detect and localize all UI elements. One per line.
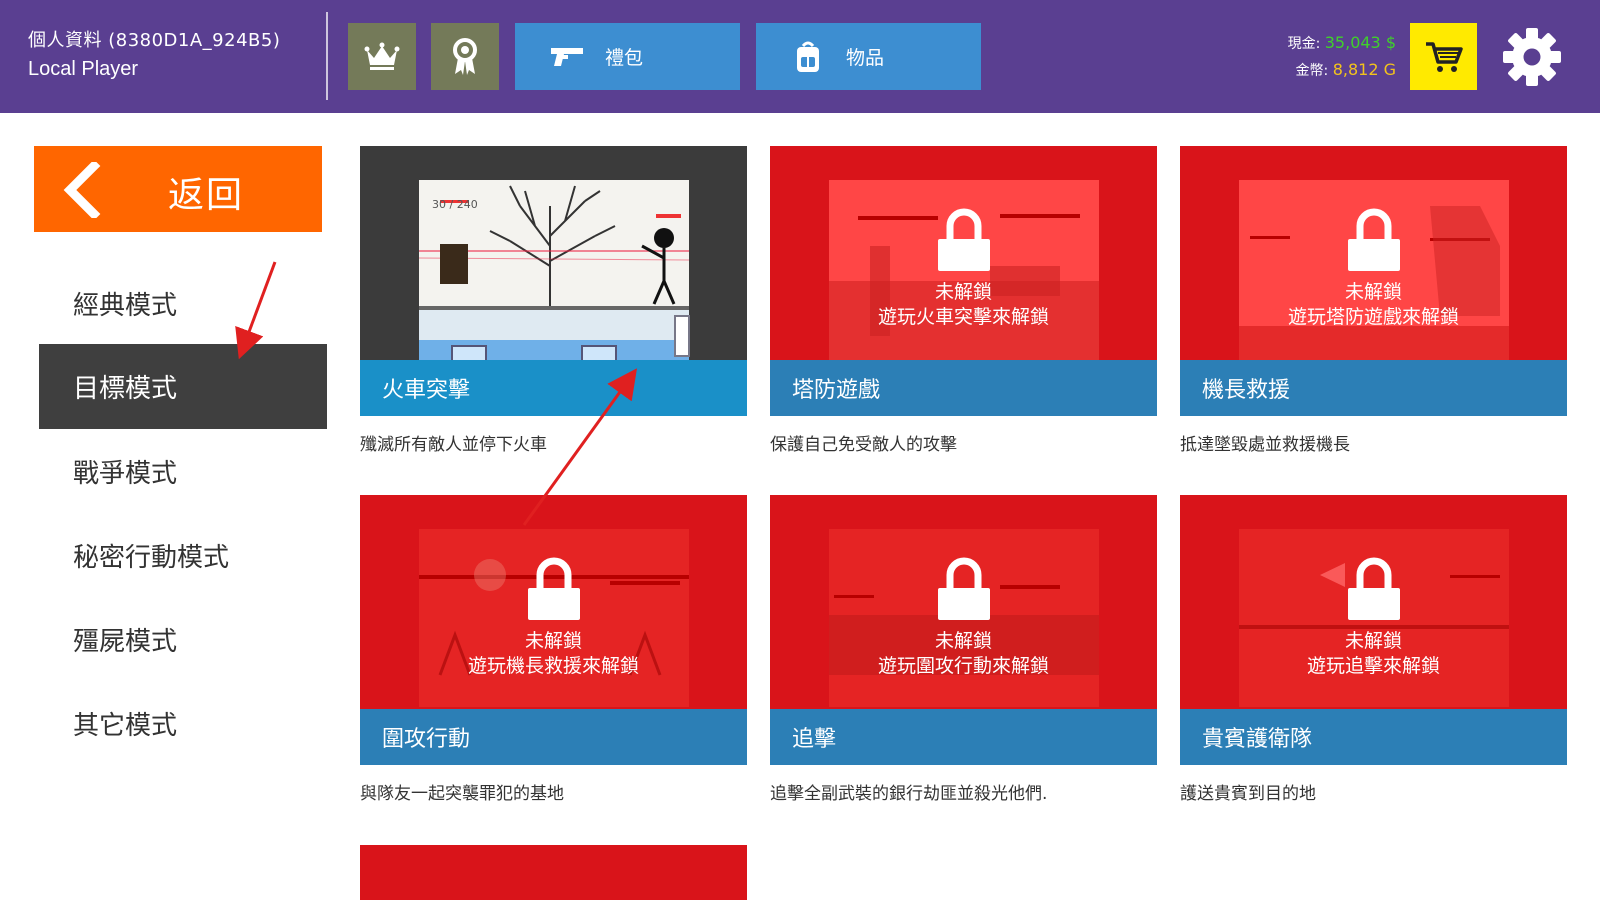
nav-item-classic[interactable]: 經典模式: [39, 261, 327, 346]
mission-desc: 護送貴賓到目的地: [1180, 784, 1316, 804]
cash-value: 35,043 $: [1324, 33, 1396, 52]
shop-button[interactable]: [1410, 23, 1477, 90]
lock-status: 未解鎖: [934, 281, 992, 303]
game-screen: 個人資料 (8380D1A_924B5) Local Player 禮包 物品 …: [0, 0, 1600, 900]
mission-title: 機長救援: [1180, 360, 1567, 416]
gold-value: 8,812 G: [1332, 60, 1396, 79]
lock-status: 未解鎖: [1344, 630, 1402, 652]
thumbnail-ammo-label: 30 / 240: [432, 198, 478, 211]
backpack-icon: [782, 37, 834, 77]
unlock-hint: 遊玩機長救援來解鎖: [467, 655, 639, 677]
back-button[interactable]: 返回: [34, 146, 322, 232]
mission-card-tower-defense[interactable]: 未解鎖 遊玩火車突擊來解鎖 塔防遊戲: [770, 146, 1157, 416]
mission-card-pilot-rescue[interactable]: 未解鎖 遊玩塔防遊戲來解鎖 機長救援: [1180, 146, 1567, 416]
unlock-hint: 遊玩火車突擊來解鎖: [877, 306, 1049, 328]
mission-title: 追擊: [770, 709, 1157, 765]
unlock-hint: 遊玩塔防遊戲來解鎖: [1287, 306, 1459, 328]
pistol-icon: [541, 37, 593, 77]
mission-title: 貴賓護衛隊: [1180, 709, 1567, 765]
nav-item-objective[interactable]: 目標模式: [39, 344, 327, 429]
chevron-left-icon: [63, 162, 101, 218]
nav-item-covert-ops[interactable]: 秘密行動模式: [39, 513, 327, 598]
nav-item-war[interactable]: 戰爭模式: [39, 429, 327, 514]
cart-icon: [1425, 41, 1463, 72]
nav-item-other[interactable]: 其它模式: [39, 681, 327, 766]
player-name: Local Player: [28, 58, 139, 80]
cash-label: 現金:: [1287, 36, 1321, 52]
mission-card-train-assault[interactable]: 30 / 240 火車突擊: [360, 146, 747, 416]
header-divider: [326, 12, 328, 100]
lock-message: 未解鎖 遊玩圍攻行動來解鎖: [770, 629, 1157, 679]
gear-icon[interactable]: [1502, 27, 1562, 87]
mission-card-partial[interactable]: [360, 845, 747, 900]
nav-item-zombie[interactable]: 殭屍模式: [39, 597, 327, 682]
profile-block[interactable]: 個人資料 (8380D1A_924B5) Local Player: [28, 26, 280, 81]
lock-status: 未解鎖: [1344, 281, 1402, 303]
gold-row: 金幣: 8,812 G: [1288, 57, 1396, 84]
items-label: 物品: [846, 47, 885, 69]
gift-pack-button[interactable]: 禮包: [515, 23, 740, 90]
ribbon-award-icon: [453, 37, 477, 75]
mission-title: 圍攻行動: [360, 709, 747, 765]
items-button[interactable]: 物品: [756, 23, 981, 90]
top-bar: 個人資料 (8380D1A_924B5) Local Player 禮包 物品 …: [0, 0, 1600, 113]
mission-title: 火車突擊: [360, 360, 747, 416]
mission-card-vip-escort[interactable]: 未解鎖 遊玩追擊來解鎖 貴賓護衛隊: [1180, 495, 1567, 765]
profile-id: 個人資料 (8380D1A_924B5): [28, 30, 281, 51]
lock-message: 未解鎖 遊玩火車突擊來解鎖: [770, 280, 1157, 330]
lock-message: 未解鎖 遊玩追擊來解鎖: [1180, 629, 1567, 679]
mission-desc: 追擊全副武裝的銀行劫匪並殺光他們.: [770, 784, 1048, 804]
mission-card-siege[interactable]: 未解鎖 遊玩機長救援來解鎖 圍攻行動: [360, 495, 747, 765]
mission-desc: 與隊友一起突襲罪犯的基地: [360, 784, 564, 804]
lock-message: 未解鎖 遊玩機長救援來解鎖: [360, 629, 747, 679]
currency-panel: 現金: 35,043 $ 金幣: 8,812 G: [1288, 30, 1396, 84]
lock-status: 未解鎖: [934, 630, 992, 652]
mission-card-pursuit[interactable]: 未解鎖 遊玩圍攻行動來解鎖 追擊: [770, 495, 1157, 765]
back-label: 返回: [168, 175, 245, 216]
crown-icon: [364, 42, 400, 70]
gold-label: 金幣:: [1295, 63, 1329, 79]
mission-desc: 保護自己免受敵人的攻擊: [770, 435, 957, 455]
cash-row: 現金: 35,043 $: [1288, 30, 1396, 57]
mission-desc: 抵達墜毀處並救援機長: [1180, 435, 1350, 455]
lock-message: 未解鎖 遊玩塔防遊戲來解鎖: [1180, 280, 1567, 330]
leaderboard-button[interactable]: [348, 23, 416, 90]
achievements-button[interactable]: [431, 23, 499, 90]
unlock-hint: 遊玩追擊來解鎖: [1306, 655, 1440, 677]
gift-pack-label: 禮包: [605, 47, 644, 69]
lock-status: 未解鎖: [524, 630, 582, 652]
unlock-hint: 遊玩圍攻行動來解鎖: [877, 655, 1049, 677]
mission-desc: 殲滅所有敵人並停下火車: [360, 435, 547, 455]
mission-title: 塔防遊戲: [770, 360, 1157, 416]
